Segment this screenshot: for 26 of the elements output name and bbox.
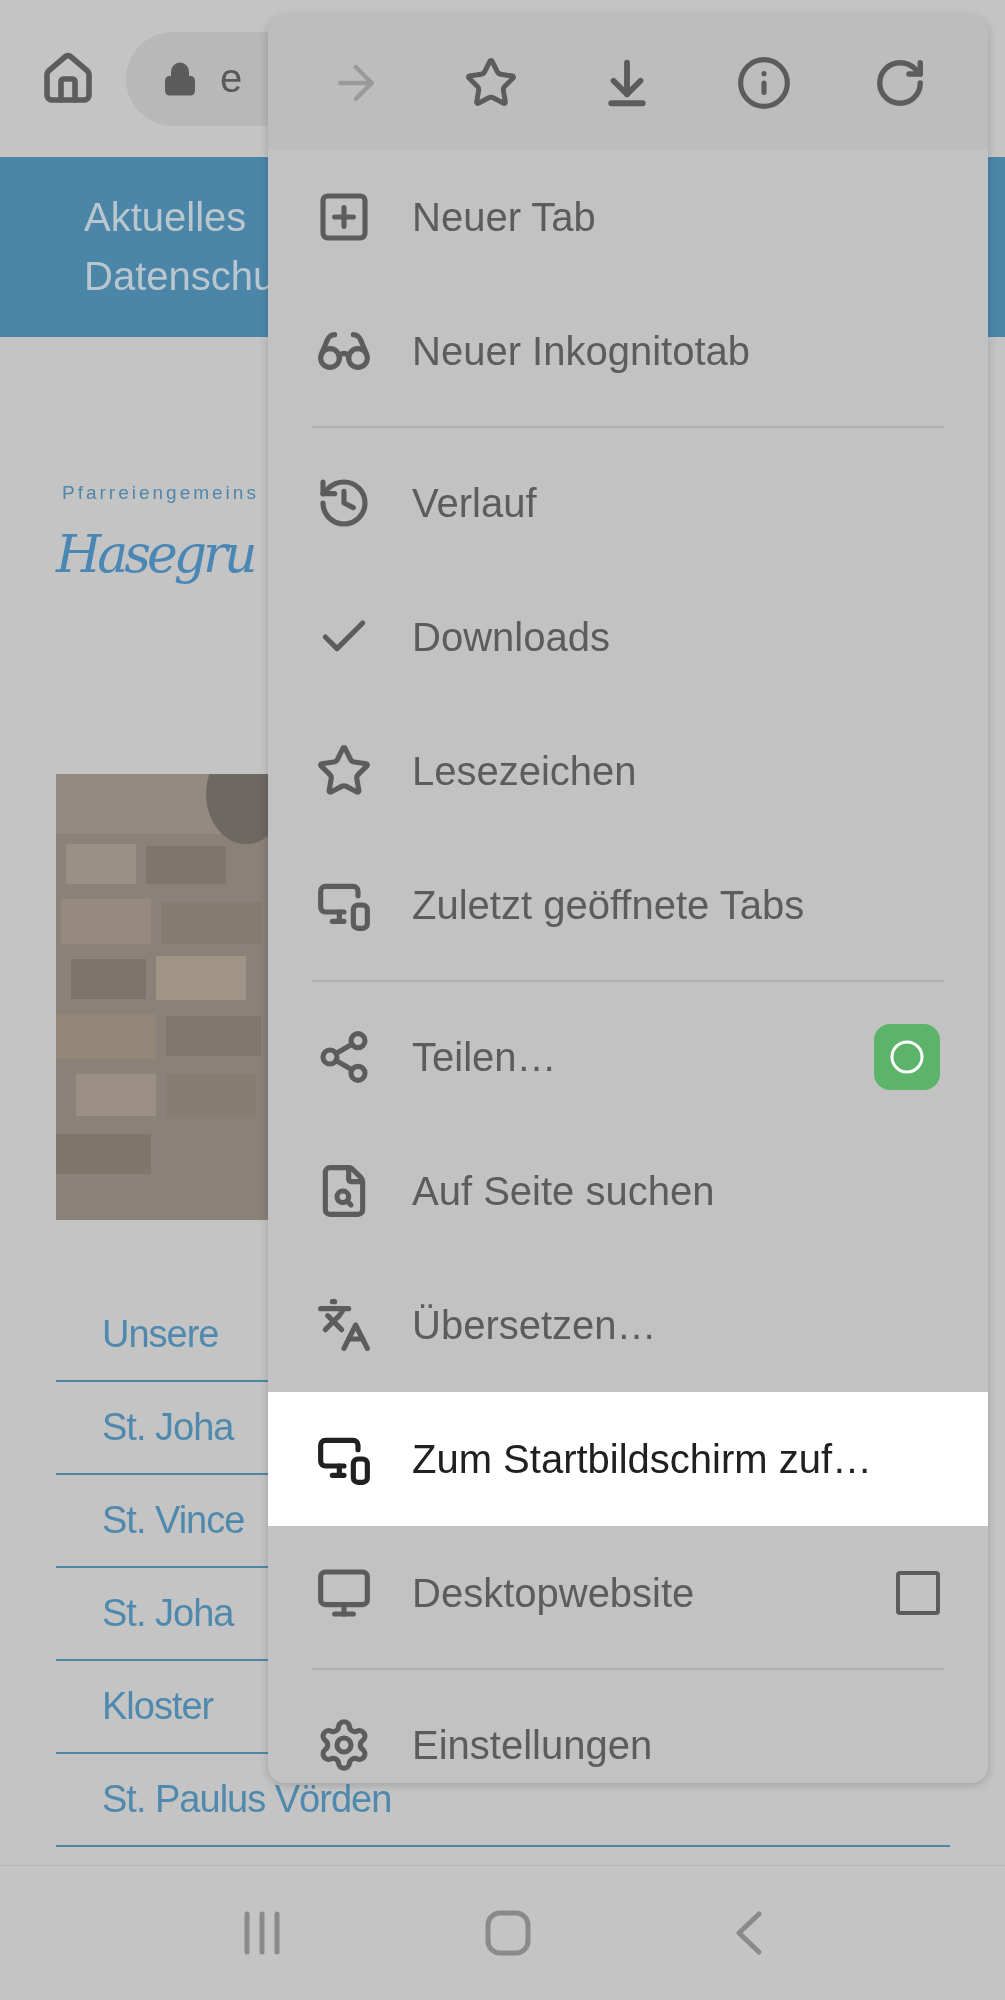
checkbox[interactable] [896,1571,940,1615]
menu-item[interactable]: Zum Startbildschirm zuf… [268,1392,988,1526]
home-button-icon[interactable] [485,1910,532,1956]
nav-link[interactable]: St. Joha [102,1592,234,1635]
chat-app-icon[interactable] [874,1024,940,1090]
nav-link[interactable]: Kloster [102,1685,214,1728]
info-icon [735,55,792,111]
lock-icon [162,60,198,97]
logo-script: Hasegru [56,524,254,584]
menu-item[interactable]: Neuer Tab [268,150,988,284]
menu-item[interactable]: Zuletzt geöffnete Tabs [268,838,988,972]
nav-link[interactable]: Unsere [102,1313,219,1356]
menu-item[interactable]: Verlauf [268,436,988,570]
nav-link[interactable]: Aktuelles [84,195,247,240]
menu-item[interactable]: Teilen… [268,990,988,1124]
translate-icon [316,1297,372,1353]
menu-item[interactable]: Downloads [268,570,988,704]
nav-link[interactable]: St. Joha [102,1406,234,1449]
back-icon[interactable] [735,1911,764,1955]
menu-item[interactable]: Neuer Inkognitotab [268,284,988,418]
menu-item[interactable]: Lesezeichen [268,704,988,838]
menu-item[interactable]: Auf Seite suchen [268,1124,988,1258]
logo-tagline: Pfarreiengemeins [62,482,259,504]
menu-item[interactable]: Übersetzen… [268,1258,988,1392]
nav-link[interactable]: St. Vince [102,1499,245,1542]
menu-item[interactable]: Desktopwebsite [268,1526,988,1660]
